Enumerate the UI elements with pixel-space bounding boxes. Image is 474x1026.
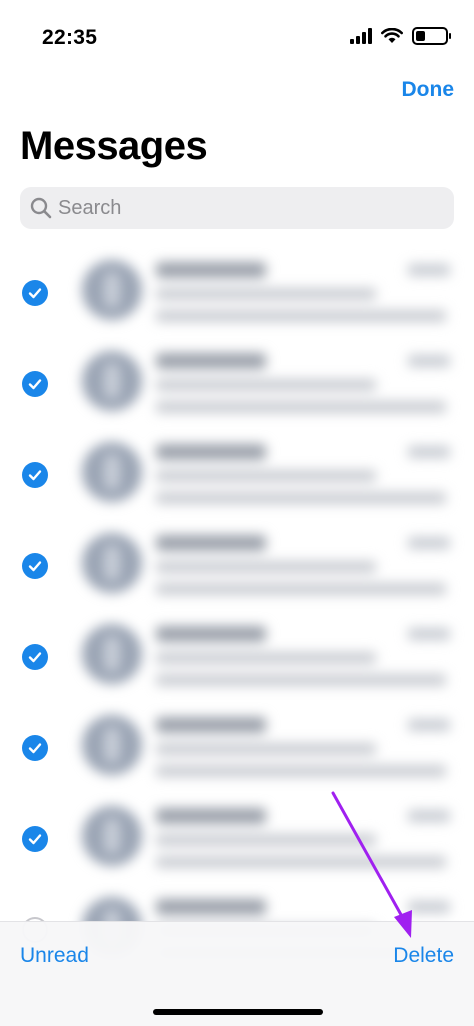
checkmark-icon[interactable] bbox=[22, 553, 48, 579]
message-time bbox=[408, 810, 450, 822]
contact-name bbox=[156, 899, 266, 915]
status-bar: 22:35 bbox=[0, 0, 474, 70]
blurred-message-preview bbox=[76, 519, 474, 610]
list-item[interactable] bbox=[0, 701, 474, 792]
message-time bbox=[408, 628, 450, 640]
preview-line bbox=[156, 470, 376, 482]
list-item[interactable] bbox=[0, 610, 474, 701]
preview-line bbox=[156, 492, 446, 504]
message-time bbox=[408, 355, 450, 367]
list-item[interactable] bbox=[0, 519, 474, 610]
wifi-icon bbox=[381, 28, 403, 43]
preview-line bbox=[156, 379, 376, 391]
checkmark-icon[interactable] bbox=[22, 462, 48, 488]
list-item[interactable] bbox=[0, 337, 474, 428]
blurred-message-preview bbox=[76, 428, 474, 519]
checkmark-icon[interactable] bbox=[22, 826, 48, 852]
preview-line bbox=[156, 834, 376, 846]
list-item[interactable] bbox=[0, 428, 474, 519]
page-title: Messages bbox=[20, 124, 208, 168]
preview-line bbox=[156, 583, 446, 595]
preview-line bbox=[156, 674, 446, 686]
avatar bbox=[82, 624, 142, 684]
contact-name bbox=[156, 535, 266, 551]
contact-name bbox=[156, 262, 266, 278]
contact-name bbox=[156, 444, 266, 460]
message-time bbox=[408, 901, 450, 913]
search-icon bbox=[30, 197, 52, 219]
home-indicator bbox=[153, 1009, 323, 1015]
contact-name bbox=[156, 353, 266, 369]
checkmark-icon[interactable] bbox=[22, 644, 48, 670]
avatar bbox=[82, 351, 142, 411]
checkmark-icon[interactable] bbox=[22, 280, 48, 306]
message-time bbox=[408, 264, 450, 276]
search-input[interactable]: Search bbox=[20, 187, 454, 229]
status-time: 22:35 bbox=[42, 26, 98, 49]
message-time bbox=[408, 719, 450, 731]
contact-name bbox=[156, 717, 266, 733]
blurred-message-preview bbox=[76, 610, 474, 701]
blurred-message-preview bbox=[76, 337, 474, 428]
avatar bbox=[82, 442, 142, 502]
message-time bbox=[408, 446, 450, 458]
done-button[interactable]: Done bbox=[402, 78, 455, 102]
contact-name bbox=[156, 808, 266, 824]
preview-line bbox=[156, 652, 376, 664]
preview-line bbox=[156, 743, 376, 755]
message-time bbox=[408, 537, 450, 549]
contact-name bbox=[156, 626, 266, 642]
preview-line bbox=[156, 561, 376, 573]
blurred-message-preview bbox=[76, 246, 474, 337]
blurred-message-preview bbox=[76, 792, 474, 883]
checkmark-icon[interactable] bbox=[22, 735, 48, 761]
list-item[interactable] bbox=[0, 246, 474, 337]
preview-line bbox=[156, 310, 446, 322]
signal-icon bbox=[350, 28, 372, 44]
avatar bbox=[82, 806, 142, 866]
battery-icon bbox=[412, 27, 451, 45]
conversation-list[interactable] bbox=[0, 246, 474, 974]
preview-line bbox=[156, 765, 446, 777]
avatar bbox=[82, 260, 142, 320]
checkmark-icon[interactable] bbox=[22, 371, 48, 397]
preview-line bbox=[156, 401, 446, 413]
list-item[interactable] bbox=[0, 792, 474, 883]
unread-button[interactable]: Unread bbox=[20, 944, 89, 968]
preview-line bbox=[156, 856, 446, 868]
search-placeholder: Search bbox=[58, 196, 122, 219]
avatar bbox=[82, 715, 142, 775]
blurred-message-preview bbox=[76, 701, 474, 792]
preview-line bbox=[156, 288, 376, 300]
delete-button[interactable]: Delete bbox=[393, 944, 454, 968]
avatar bbox=[82, 533, 142, 593]
status-icons bbox=[350, 27, 451, 45]
